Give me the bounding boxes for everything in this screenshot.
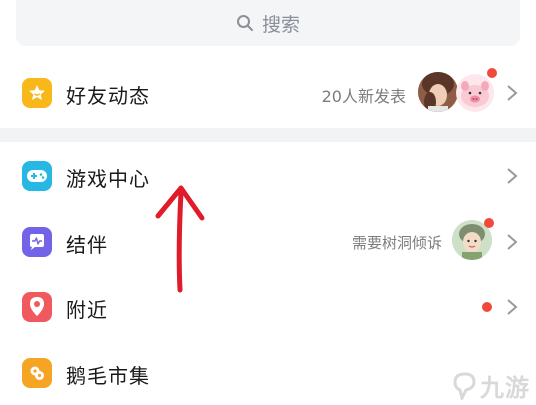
watermark: 九游: [452, 368, 530, 403]
menu-item-friend-feed[interactable]: 好友动态 20人新发表: [0, 58, 536, 128]
gamepad-icon: [22, 161, 52, 191]
menu-item-label: 鹅毛市集: [66, 364, 150, 388]
menu-item-label: 游戏中心: [66, 167, 150, 191]
notification-dot: [487, 68, 497, 78]
new-posts-count: 20人新发表: [321, 87, 406, 106]
chat-pulse-icon: [22, 227, 52, 257]
menu-item-label: 结伴: [66, 233, 108, 257]
search-icon: [236, 15, 253, 31]
menu-item-label: 好友动态: [66, 84, 150, 108]
menu-item-game-center[interactable]: 游戏中心: [0, 142, 536, 210]
chevron-right-icon: [507, 299, 518, 315]
red-arrow-annotation: [155, 185, 205, 293]
location-pin-icon: [22, 292, 52, 322]
watermark-logo-icon: [453, 371, 476, 400]
chevron-right-icon: [507, 234, 518, 250]
menu-item-companion[interactable]: 结伴 需要树洞倾诉: [0, 210, 536, 274]
notification-dot: [482, 302, 492, 312]
search-bar[interactable]: 搜索: [16, 0, 520, 46]
menu-item-nearby[interactable]: 附近: [0, 274, 536, 340]
notification-dot: [484, 218, 494, 228]
watermark-text: 九游: [480, 374, 530, 402]
friend-avatar: [418, 72, 458, 112]
pig-sticker-avatar: [456, 74, 494, 112]
section-separator: [0, 128, 536, 142]
star-icon: [22, 78, 52, 108]
chevron-right-icon: [507, 85, 518, 101]
companion-hint: 需要树洞倾诉: [351, 234, 442, 252]
search-placeholder: 搜索: [261, 13, 300, 36]
chevron-right-icon: [507, 168, 518, 184]
menu-item-label: 附近: [66, 298, 108, 322]
search-area: 搜索: [0, 0, 536, 58]
market-icon: [22, 358, 52, 388]
